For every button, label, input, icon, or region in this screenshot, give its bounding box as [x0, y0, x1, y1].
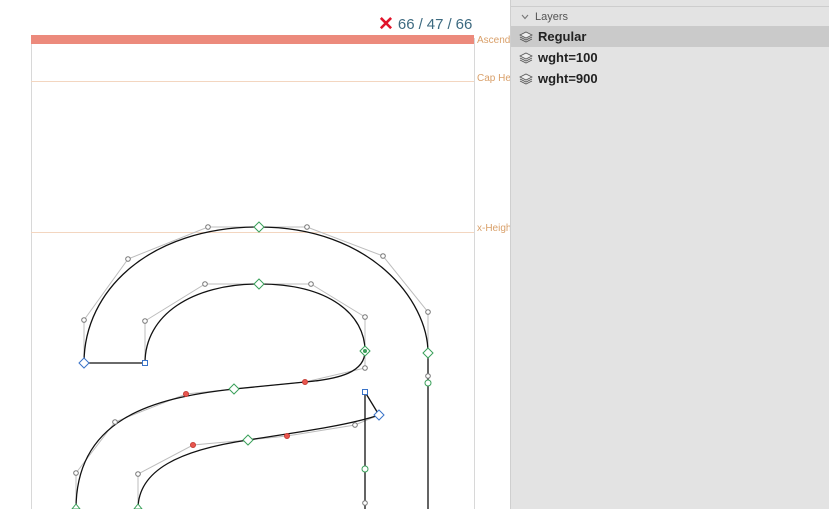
ascender-label: Ascender [477, 35, 510, 46]
selected-node-dot [363, 349, 367, 353]
layer-row-regular[interactable]: Regular [511, 26, 829, 47]
layer-stack-icon [519, 73, 533, 84]
layer-row-wght-100[interactable]: wght=100 [511, 47, 829, 68]
chevron-down-icon[interactable] [521, 13, 529, 21]
layer-row-wght-900[interactable]: wght=900 [511, 68, 829, 89]
layer-name: Regular [538, 29, 587, 44]
layers-section-title: Layers [535, 11, 569, 23]
glyph-outline [75, 226, 429, 509]
layers-section-header[interactable]: Layers [521, 9, 568, 25]
node-count-2: 47 [426, 15, 444, 33]
layer-stack-icon [519, 52, 533, 63]
cap-height-label: Cap Height [477, 73, 510, 84]
node-count-1: 66 [397, 15, 415, 33]
layers-panel: Layers Regular wght=100 wght=900 [510, 0, 829, 509]
offcurve-points[interactable] [73, 224, 431, 506]
layer-name: wght=100 [538, 50, 598, 65]
glyph-view[interactable]: Ascender Cap Height x-Height [0, 0, 510, 509]
count-separator: / [447, 15, 452, 33]
layer-name: wght=900 [538, 71, 598, 86]
glyph-edit-canvas[interactable]: Ascender Cap Height x-Height [0, 0, 510, 509]
count-separator: / [418, 15, 423, 33]
x-height-label: x-Height [477, 223, 510, 234]
x-mark-icon: ✕ [378, 13, 394, 35]
layer-stack-icon [519, 31, 533, 42]
panel-divider [511, 6, 829, 7]
ascender-zone-bar [31, 35, 474, 44]
node-count-3: 66 [455, 15, 473, 33]
compatibility-indicator: ✕ 66 / 47 / 66 [378, 14, 472, 34]
